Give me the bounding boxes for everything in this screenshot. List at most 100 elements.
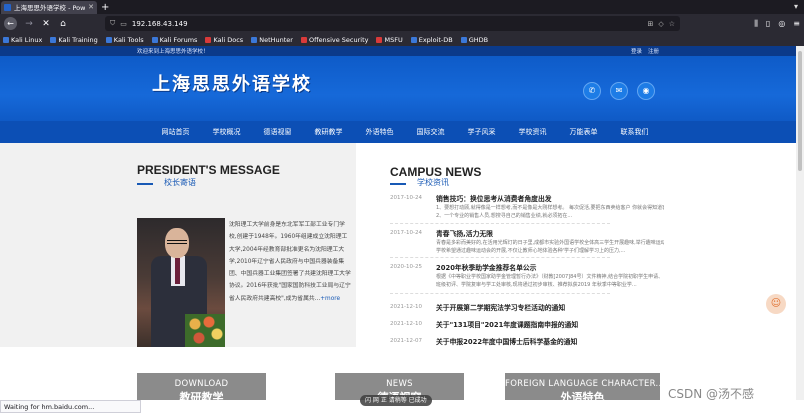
pocket-icon[interactable]: ◇ — [658, 20, 663, 28]
bookmark-kali-training[interactable]: Kali Training — [50, 36, 98, 44]
sidebar-icon[interactable]: ▯ — [766, 19, 770, 29]
news-subtitle: 学校资讯 — [417, 178, 449, 187]
bookmark-star-icon[interactable]: ☆ — [669, 20, 675, 28]
nav-language[interactable]: 外语特色 — [354, 127, 405, 137]
news-desc: 学校希望通过趣味运动会的开展,不仅让教师心地体验各种'学子们理解学习上的压力,.… — [436, 248, 626, 254]
float-service-icon[interactable]: ☺ — [766, 294, 786, 314]
news-headline[interactable]: 关于开展第二学期宪法学习专栏活动的通知 — [436, 302, 565, 312]
menu-icon[interactable]: ≡ — [793, 19, 800, 29]
president-intro: 沈阳理工大学前身是东北军军工部工业专门学校,创建于1948年。1960年组建成立… — [229, 219, 351, 305]
president-section: PRESIDENT'S MESSAGE 校长寄语 沈阳理工大学前身是东北军军工部… — [0, 143, 356, 348]
divider — [390, 257, 610, 258]
toolbar-right: ⫼ ▯ ◎ ≡ — [754, 19, 800, 29]
nav-contact[interactable]: 联系我们 — [609, 127, 660, 137]
news-date: 2021-12-10 — [390, 321, 422, 327]
url-bar[interactable]: ⛉ ▭ 192.168.43.149 ⊞ ◇ ☆ — [105, 16, 680, 31]
docs-icon — [205, 36, 212, 43]
welcome-text: 欢迎来到上海思思外语学校！ — [137, 49, 209, 55]
weibo-icon[interactable]: ◉ — [637, 82, 655, 100]
president-subtitle: 校长寄语 — [164, 178, 196, 187]
nav-students[interactable]: 学子风采 — [456, 127, 507, 137]
bookmark-exploit-db[interactable]: Exploit-DB — [410, 36, 453, 44]
shield-icon[interactable]: ⛉ — [110, 19, 115, 28]
bookmark-nethunter[interactable]: NetHunter — [251, 36, 293, 44]
kali-icon — [3, 36, 9, 43]
scrollbar-thumb[interactable] — [798, 51, 802, 171]
card-foreign-language[interactable]: FOREIGN LANGUAGE CHARACTER... 外语特色 — [505, 373, 665, 400]
news-headline[interactable]: 销售技巧：换位思考从消费者角度出发 — [436, 193, 552, 203]
browser-tab[interactable]: 上海思思外语学校 - Pow ✕ — [1, 0, 97, 14]
nav-overview[interactable]: 学校概况 — [201, 127, 252, 137]
news-headline[interactable]: 2020年秋季助学金推荐名单公示 — [436, 262, 536, 272]
forward-button[interactable]: → — [24, 19, 34, 29]
kali-icon — [105, 36, 112, 43]
library-icon[interactable]: ⫼ — [754, 19, 758, 29]
title-accent-bar — [137, 183, 153, 185]
phone-icon[interactable]: ✆ — [583, 82, 601, 100]
kali-icon — [251, 36, 258, 43]
offsec-icon — [300, 36, 307, 43]
kali-icon — [151, 36, 158, 43]
close-tab-icon[interactable]: ✕ — [88, 3, 94, 11]
news-date: 2017-10-24 — [390, 195, 422, 201]
card-title-zh: 外语特色 — [560, 391, 605, 400]
page-info-icon[interactable]: ▭ — [120, 20, 127, 28]
wechat-icon[interactable]: ✉ — [610, 82, 628, 100]
window-controls-icon[interactable]: ▾ — [794, 2, 798, 11]
news-date: 2020-10-25 — [390, 264, 422, 270]
exploit-db-icon — [410, 36, 417, 43]
home-button[interactable]: ⌂ — [58, 19, 68, 29]
kali-icon — [50, 36, 57, 43]
bookmark-kali-tools[interactable]: Kali Tools — [105, 36, 144, 44]
intro-text: 沈阳理工大学前身是东北军军工部工业专门学校,创建于1948年。1960年组建成立… — [229, 222, 351, 302]
card-download[interactable]: DOWNLOAD 教研教学 — [137, 373, 266, 400]
bookmark-kali-docs[interactable]: Kali Docs — [205, 36, 243, 44]
news-headline[interactable]: 关于"131项目"2021年度课题指南申报的通知 — [436, 319, 578, 329]
nav-bar: ← → ✕ ⌂ ⛉ ▭ 192.168.43.149 ⊞ ◇ ☆ ⫼ ▯ ◎ ≡ — [0, 14, 804, 33]
bookmark-offensive-security[interactable]: Offensive Security — [300, 36, 368, 44]
nav-forms[interactable]: 万能表单 — [558, 127, 609, 137]
top-strip: 欢迎来到上海思思外语学校！ 登录 注册 — [0, 46, 796, 56]
back-button[interactable]: ← — [4, 17, 17, 30]
nav-home[interactable]: 网站首页 — [150, 127, 201, 137]
bookmarks-bar: Kali Linux Kali Training Kali Tools Kali… — [0, 33, 804, 46]
news-desc: 1、要想打动顾,就得像是一样想考,而不是像是大刚样想考。 每次促活,要把东西卖给… — [436, 205, 664, 211]
download-toast: 闪 网 正 请稍等 已成功 — [360, 395, 432, 406]
bookmark-msfu[interactable]: MSFU — [376, 36, 403, 44]
tab-title: 上海思思外语学校 - Pow — [14, 4, 86, 12]
account-icon[interactable]: ◎ — [778, 19, 785, 29]
stop-button[interactable]: ✕ — [41, 19, 51, 29]
card-title-en: FOREIGN LANGUAGE CHARACTER... — [505, 379, 665, 389]
news-desc: 根据《中等职业学校国家助学金管理暂行办法》（财教[2007]84号）文件精神,结… — [436, 274, 664, 288]
nav-teaching[interactable]: 教研教学 — [303, 127, 354, 137]
bookmark-kali-linux[interactable]: Kali Linux — [3, 36, 42, 44]
more-link[interactable]: +more — [320, 296, 340, 302]
news-headline[interactable]: 关于申报2022年度中国博士后科学基金的通知 — [436, 336, 577, 346]
site-favicon-icon — [4, 3, 11, 11]
content-area: PRESIDENT'S MESSAGE 校长寄语 沈阳理工大学前身是东北军军工部… — [0, 143, 796, 348]
page-scrollbar[interactable] — [796, 46, 804, 400]
card-title-en: DOWNLOAD — [174, 379, 229, 389]
url-text[interactable]: 192.168.43.149 — [132, 20, 643, 28]
login-link[interactable]: 登录 — [631, 47, 642, 55]
watermark: CSDN @汤不感 — [668, 387, 755, 401]
president-title: PRESIDENT'S MESSAGE — [137, 163, 280, 177]
news-date: 2021-12-10 — [390, 304, 422, 310]
extensions-icon[interactable]: ⊞ — [647, 20, 653, 28]
news-desc: 青春是多彩而美好的,在活用光辉灯的日子里,成都市实验外国语学校全体高三学生开展趣… — [436, 240, 664, 246]
status-bar: Waiting for hm.baidu.com... — [0, 400, 141, 413]
main-nav: 网站首页 学校概况 德语视窗 教研教学 外语特色 国际交流 学子风采 学校资讯 … — [0, 121, 796, 143]
nav-german[interactable]: 德语视窗 — [252, 127, 303, 137]
news-headline[interactable]: 青春飞扬,活力无限 — [436, 228, 493, 238]
card-title-zh: 教研教学 — [179, 391, 224, 400]
nav-news[interactable]: 学校资讯 — [507, 127, 558, 137]
bookmark-ghdb[interactable]: GHDB — [460, 36, 488, 44]
news-date: 2021-12-07 — [390, 338, 422, 344]
page-viewport: 欢迎来到上海思思外语学校！ 登录 注册 上海思思外语学校 ✆ ✉ ◉ 网站首页 … — [0, 46, 796, 400]
divider — [390, 223, 610, 224]
site-logo[interactable]: 上海思思外语学校 — [152, 70, 312, 96]
nav-international[interactable]: 国际交流 — [405, 127, 456, 137]
new-tab-button[interactable]: + — [101, 2, 109, 13]
register-link[interactable]: 注册 — [648, 47, 659, 55]
bookmark-kali-forums[interactable]: Kali Forums — [151, 36, 197, 44]
